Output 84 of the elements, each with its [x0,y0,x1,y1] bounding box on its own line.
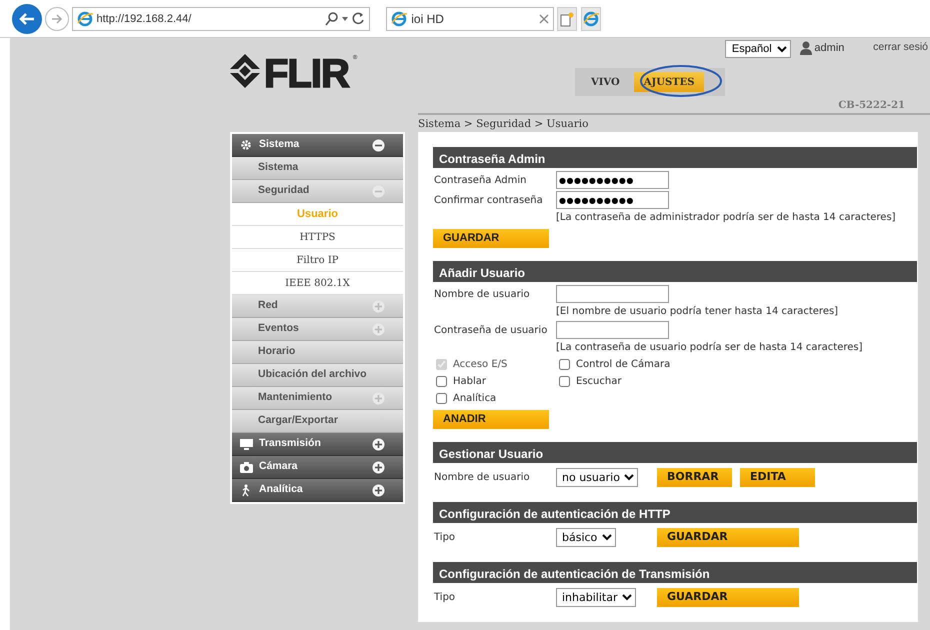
gear-icon [240,138,253,152]
search-icon[interactable] [324,12,338,26]
sidebar-group[interactable]: Sistema [232,134,403,157]
browser-logo-icon [391,11,408,27]
action-button[interactable]: EDITA [740,468,815,486]
sidebar-item[interactable]: Cargar/Exportar [232,410,403,433]
nav-tab[interactable]: VIVO [581,72,630,92]
new-tab-icon [560,12,574,26]
expand-icon[interactable] [372,460,385,474]
checkbox[interactable] [559,359,570,370]
action-button[interactable]: GUARDAR [433,229,549,248]
caret-icon[interactable] [342,17,348,21]
sidebar-item[interactable]: Sistema [232,157,403,180]
action-button[interactable]: GUARDAR [657,588,799,606]
forward-button[interactable] [44,7,69,31]
sidebar-group[interactable]: Cámara [232,456,403,479]
sidebar-item[interactable]: Mantenimiento [232,387,403,410]
checkbox-label: Control de Cámara [576,358,670,372]
tab-title: ioi HD [411,11,444,28]
checkbox-label: Analítica [453,392,496,406]
checkbox-label: Hablar [453,375,486,389]
input-field[interactable] [556,321,669,339]
language-select[interactable]: Español [724,40,791,58]
collapse-icon[interactable] [372,138,385,152]
checkbox[interactable] [436,376,447,387]
checkbox[interactable] [436,393,447,404]
browser-logo-icon [582,11,599,27]
expand-icon[interactable] [372,438,385,450]
field-label: Contraseña Admin [433,174,528,188]
sidebar-item[interactable]: Eventos [232,318,403,341]
expand-icon[interactable] [372,484,385,496]
sidebar-item[interactable]: Horario [232,341,403,364]
logo-emblem-icon [230,54,260,88]
action-button[interactable]: BORRAR [657,468,732,486]
refresh-icon[interactable] [352,12,364,26]
forward-arrow-icon [50,12,64,26]
sidebar-item[interactable]: Seguridad [232,180,403,203]
action-button[interactable]: ANADIR [433,410,549,429]
field-label: Nombre de usuario [433,288,531,302]
logo-wordmark: FLIR [264,54,349,94]
section-header: Configuración de autenticación de Transmisión [433,562,917,583]
field-label: Tipo [433,530,456,544]
sidebar-item[interactable]: Red [232,295,403,318]
dropdown[interactable]: básico [556,528,616,546]
nav-tab[interactable]: AJUSTES [634,72,704,92]
sidebar-group[interactable]: Analítica [232,479,403,502]
field-label: Tipo [433,590,456,604]
dropdown[interactable]: no usuario [556,468,638,486]
checkbox-label: Acceso E/S [453,358,508,372]
hint-text: [El nombre de usuario podría tener hasta 14 caracteres] [556,306,838,317]
username: admin [814,40,844,56]
browser-logo-icon [76,11,92,27]
field-label: Contraseña de usuario [433,324,548,338]
back-button[interactable] [12,4,42,34]
close-icon[interactable] [539,14,550,24]
browser-tab[interactable]: ioi HD [386,7,554,31]
hint-text: [La contraseña de administrador podría ser de hasta 14 caracteres] [556,212,896,223]
section-header: Gestionar Usuario [433,442,917,463]
input-field[interactable] [556,285,669,303]
browser-menu-button[interactable] [580,7,601,31]
address-bar[interactable]: http://192.168.2.44/ [72,7,370,31]
back-arrow-icon [18,11,36,27]
sidebar-item[interactable]: Ubicación del archivo [232,364,403,387]
field-label: Confirmar contraseña [433,194,544,208]
checkbox[interactable] [559,376,570,387]
url-text: http://192.168.2.44/ [96,12,192,27]
camera-icon [240,460,253,474]
input-field[interactable]: ●●●●●●●●●● [556,191,669,209]
section-header: Configuración de autenticación de HTTP [433,502,917,523]
device-name: CB-5222-21 [838,99,905,113]
section-header: Contraseña Admin [433,147,917,168]
new-tab-button[interactable] [557,7,577,31]
checkbox-label: Escuchar [576,375,622,389]
hint-text: [La contraseña de usuario podría ser de hasta 14 caracteres] [556,342,863,353]
monitor-icon [240,438,253,450]
dropdown[interactable]: inhabilitar [556,588,636,606]
section-header: Añadir Usuario [433,261,917,282]
action-button[interactable]: GUARDAR [657,528,799,546]
breadcrumb: Sistema > Seguridad > Usuario [418,113,930,130]
sidebar-group[interactable]: Transmisión [232,433,403,456]
logout-link[interactable]: cerrar sesió [873,40,928,56]
input-field[interactable]: ●●●●●●●●●● [556,171,669,189]
field-label: Nombre de usuario [433,470,531,484]
user-icon [800,41,812,55]
